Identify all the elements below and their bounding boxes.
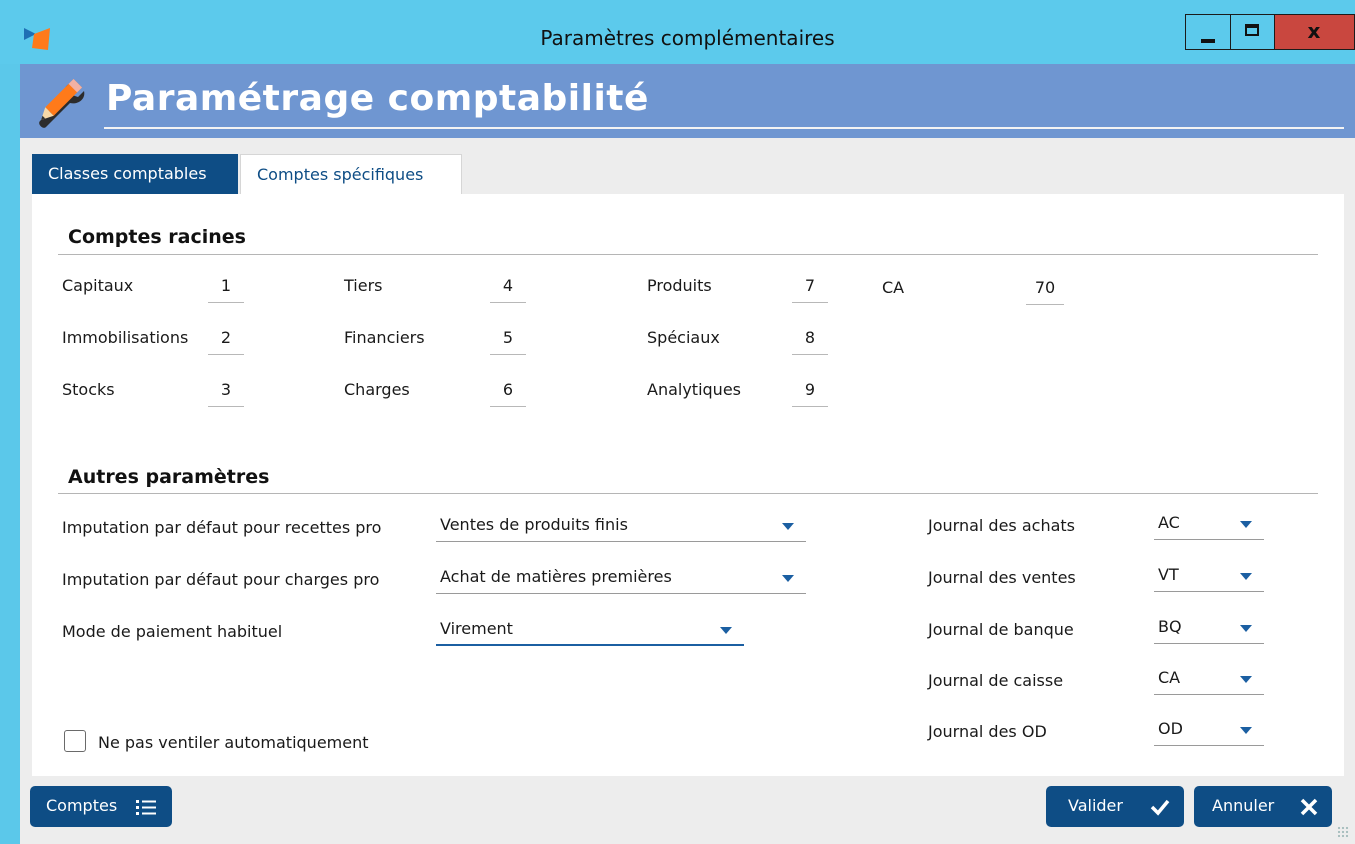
label-ca: CA [882, 278, 905, 297]
input-immobilisations[interactable]: 2 [208, 328, 244, 355]
chevron-down-icon [1240, 521, 1252, 528]
chevron-down-icon [1240, 676, 1252, 683]
select-imputation-recettes[interactable]: Ventes de produits finis [436, 512, 806, 542]
input-charges[interactable]: 6 [490, 380, 526, 407]
select-mode-paiement[interactable]: Virement [436, 616, 744, 646]
window-title: Paramètres complémentaires [540, 26, 835, 50]
title-underline [104, 127, 1344, 129]
input-produits[interactable]: 7 [792, 276, 828, 303]
annuler-button[interactable]: Annuler [1194, 786, 1332, 827]
valider-button-label: Valider [1068, 796, 1123, 815]
input-speciaux[interactable]: 8 [792, 328, 828, 355]
tools-icon [39, 78, 85, 128]
select-value: Ventes de produits finis [440, 515, 628, 534]
select-value: Virement [440, 619, 513, 638]
close-icon: x [1307, 19, 1321, 43]
input-analytiques[interactable]: 9 [792, 380, 828, 407]
label-imputation-recettes: Imputation par défaut pour recettes pro [62, 518, 382, 537]
label-immobilisations: Immobilisations [62, 328, 189, 347]
label-speciaux: Spéciaux [647, 328, 720, 347]
section-title-autres-parametres: Autres paramètres [68, 466, 270, 488]
dialog-body: Classes comptables Comptes spécifiques C… [20, 138, 1355, 844]
checkbox-ne-pas-ventiler[interactable] [64, 730, 86, 752]
label-capitaux: Capitaux [62, 276, 134, 295]
input-stocks[interactable]: 3 [208, 380, 244, 407]
label-ne-pas-ventiler[interactable]: Ne pas ventiler automatiquement [98, 733, 369, 752]
label-journal-od: Journal des OD [928, 722, 1047, 741]
valider-button[interactable]: Valider [1046, 786, 1184, 827]
check-icon [1150, 799, 1170, 816]
input-tiers[interactable]: 4 [490, 276, 526, 303]
select-journal-ventes[interactable]: VT [1154, 562, 1264, 592]
tab-panel: Comptes racines Capitaux 1 Immobilisatio… [32, 194, 1344, 776]
label-imputation-charges: Imputation par défaut pour charges pro [62, 570, 380, 589]
annuler-button-label: Annuler [1212, 796, 1275, 815]
maximize-button[interactable] [1231, 14, 1275, 50]
page-title: Paramétrage comptabilité [106, 78, 649, 119]
label-journal-ventes: Journal des ventes [928, 568, 1076, 587]
input-financiers[interactable]: 5 [490, 328, 526, 355]
comptes-button[interactable]: Comptes [30, 786, 172, 827]
list-icon [136, 800, 156, 815]
label-financiers: Financiers [344, 328, 425, 347]
label-mode-paiement: Mode de paiement habituel [62, 622, 283, 641]
label-stocks: Stocks [62, 380, 115, 399]
close-icon [1300, 798, 1318, 816]
label-charges: Charges [344, 380, 410, 399]
label-journal-banque: Journal de banque [928, 620, 1074, 639]
close-button[interactable]: x [1275, 14, 1355, 50]
select-value: BQ [1158, 617, 1182, 636]
comptes-button-label: Comptes [46, 796, 118, 815]
input-ca[interactable]: 70 [1026, 278, 1064, 305]
section-divider [58, 493, 1318, 494]
minimize-icon [1201, 39, 1215, 43]
select-value: Achat de matières premières [440, 567, 672, 586]
maximize-icon [1245, 24, 1259, 36]
select-value: OD [1158, 719, 1183, 738]
select-value: AC [1158, 513, 1180, 532]
select-value: CA [1158, 668, 1181, 687]
select-journal-achats[interactable]: AC [1154, 510, 1264, 540]
select-value: VT [1158, 565, 1179, 584]
minimize-button[interactable] [1185, 14, 1231, 50]
chevron-down-icon [1240, 573, 1252, 580]
label-produits: Produits [647, 276, 712, 295]
label-journal-achats: Journal des achats [928, 516, 1075, 535]
select-imputation-charges[interactable]: Achat de matières premières [436, 564, 806, 594]
chevron-down-icon [1240, 625, 1252, 632]
tab-comptes-specifiques[interactable]: Comptes spécifiques [240, 154, 462, 194]
chevron-down-icon [720, 627, 732, 634]
label-analytiques: Analytiques [647, 380, 741, 399]
resize-grip[interactable] [1337, 826, 1349, 838]
label-tiers: Tiers [344, 276, 383, 295]
label-journal-caisse: Journal de caisse [928, 671, 1064, 690]
section-divider [58, 254, 1318, 255]
input-capitaux[interactable]: 1 [208, 276, 244, 303]
tab-classes-comptables[interactable]: Classes comptables [32, 154, 238, 194]
title-bar[interactable]: Paramètres complémentaires x [0, 0, 1355, 64]
select-journal-caisse[interactable]: CA [1154, 665, 1264, 695]
select-journal-banque[interactable]: BQ [1154, 614, 1264, 644]
chevron-down-icon [782, 523, 794, 530]
chevron-down-icon [782, 575, 794, 582]
page-header: Paramétrage comptabilité [20, 64, 1355, 138]
section-title-comptes-racines: Comptes racines [68, 226, 246, 248]
chevron-down-icon [1240, 727, 1252, 734]
select-journal-od[interactable]: OD [1154, 716, 1264, 746]
